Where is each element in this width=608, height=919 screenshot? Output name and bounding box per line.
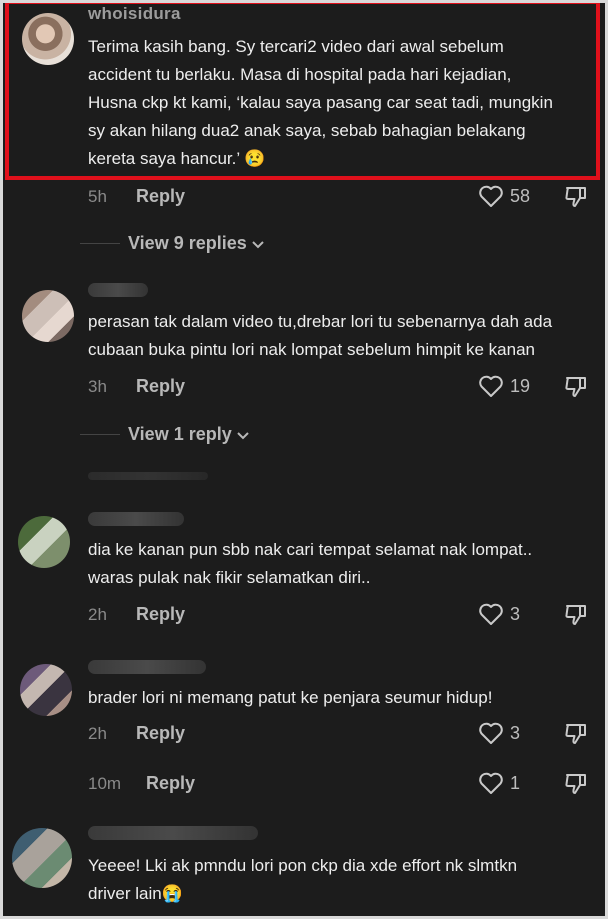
view-replies-label: View 9 replies xyxy=(128,233,247,253)
like-button[interactable]: 1 xyxy=(478,771,520,795)
like-count: 3 xyxy=(510,722,521,743)
thumbs-down-icon[interactable] xyxy=(563,721,589,747)
like-button[interactable]: 19 xyxy=(478,374,530,398)
avatar[interactable] xyxy=(22,13,74,65)
comment-timestamp: 2h xyxy=(88,605,107,624)
comment-text-line: accident tu berlaku. Masa di hospital pa… xyxy=(88,65,512,84)
thumbs-down-icon[interactable] xyxy=(563,374,589,400)
reply-button[interactable]: Reply xyxy=(136,376,185,397)
comment-text-line: dia ke kanan pun sbb nak cari tempat sel… xyxy=(88,540,533,559)
comment-text-line: Husna ckp kt kami, ‘kalau saya pasang ca… xyxy=(88,93,553,112)
like-count: 3 xyxy=(510,603,521,624)
like-count: 19 xyxy=(510,375,531,396)
comment-text-line: sy akan hilang dua2 anak saya, sebab bah… xyxy=(88,121,526,140)
avatar[interactable] xyxy=(12,828,72,888)
comment-text-line: kereta saya hancur.’ 😢 xyxy=(88,149,266,168)
comment-timestamp: 5h xyxy=(88,187,107,206)
like-button[interactable]: 3 xyxy=(478,602,520,626)
reply-button[interactable]: Reply xyxy=(136,723,185,744)
heart-outline-icon xyxy=(478,374,504,398)
like-count: 1 xyxy=(510,772,521,793)
heart-outline-icon xyxy=(478,771,504,795)
like-button[interactable]: 3 xyxy=(478,721,520,745)
divider xyxy=(80,243,120,244)
avatar[interactable] xyxy=(20,664,72,716)
view-replies-button[interactable]: View 9 replies xyxy=(80,233,265,254)
heart-outline-icon xyxy=(478,184,504,208)
comment-username[interactable] xyxy=(88,826,258,840)
comment-username[interactable] xyxy=(88,512,184,526)
chevron-down-icon xyxy=(236,430,250,440)
heart-outline-icon xyxy=(478,721,504,745)
comment-timestamp: 10m xyxy=(88,774,122,793)
reply-button[interactable]: Reply xyxy=(136,604,185,625)
comment-timestamp: 3h xyxy=(88,377,107,396)
like-count: 58 xyxy=(510,185,531,206)
thumbs-down-icon[interactable] xyxy=(563,771,589,797)
reply-button[interactable]: Reply xyxy=(146,773,195,794)
chevron-down-icon xyxy=(251,239,265,249)
thumbs-down-icon[interactable] xyxy=(563,602,589,628)
comment-text-line: waras pulak nak fikir selamatkan diri.. xyxy=(88,568,371,587)
thumbs-down-icon[interactable] xyxy=(563,184,589,210)
comment-text-line: Yeeee! Lki ak pmndu lori pon ckp dia xde… xyxy=(88,856,518,875)
comment-text-line: brader lori ni memang patut ke penjara s… xyxy=(88,688,493,707)
avatar[interactable] xyxy=(18,516,70,568)
comment-username[interactable] xyxy=(88,283,148,297)
comment-text-line: cubaan buka pintu lori nak lompat sebelu… xyxy=(88,340,535,359)
comment-username[interactable] xyxy=(88,660,206,674)
comment-timestamp: 2h xyxy=(88,724,107,743)
comment-username[interactable]: whoisidura xyxy=(88,4,181,24)
heart-outline-icon xyxy=(478,602,504,626)
divider xyxy=(80,434,120,435)
hidden-content-row xyxy=(88,472,208,480)
reply-button[interactable]: Reply xyxy=(136,186,185,207)
comment-text-line: driver lain😭 xyxy=(88,884,183,903)
comment-text-line: perasan tak dalam video tu,drebar lori t… xyxy=(88,312,553,331)
view-replies-label: View 1 reply xyxy=(128,424,232,444)
like-button[interactable]: 58 xyxy=(478,184,530,208)
view-replies-button[interactable]: View 1 reply xyxy=(80,424,250,445)
comment-text-line: Terima kasih bang. Sy tercari2 video dar… xyxy=(88,37,504,56)
avatar[interactable] xyxy=(22,290,74,342)
